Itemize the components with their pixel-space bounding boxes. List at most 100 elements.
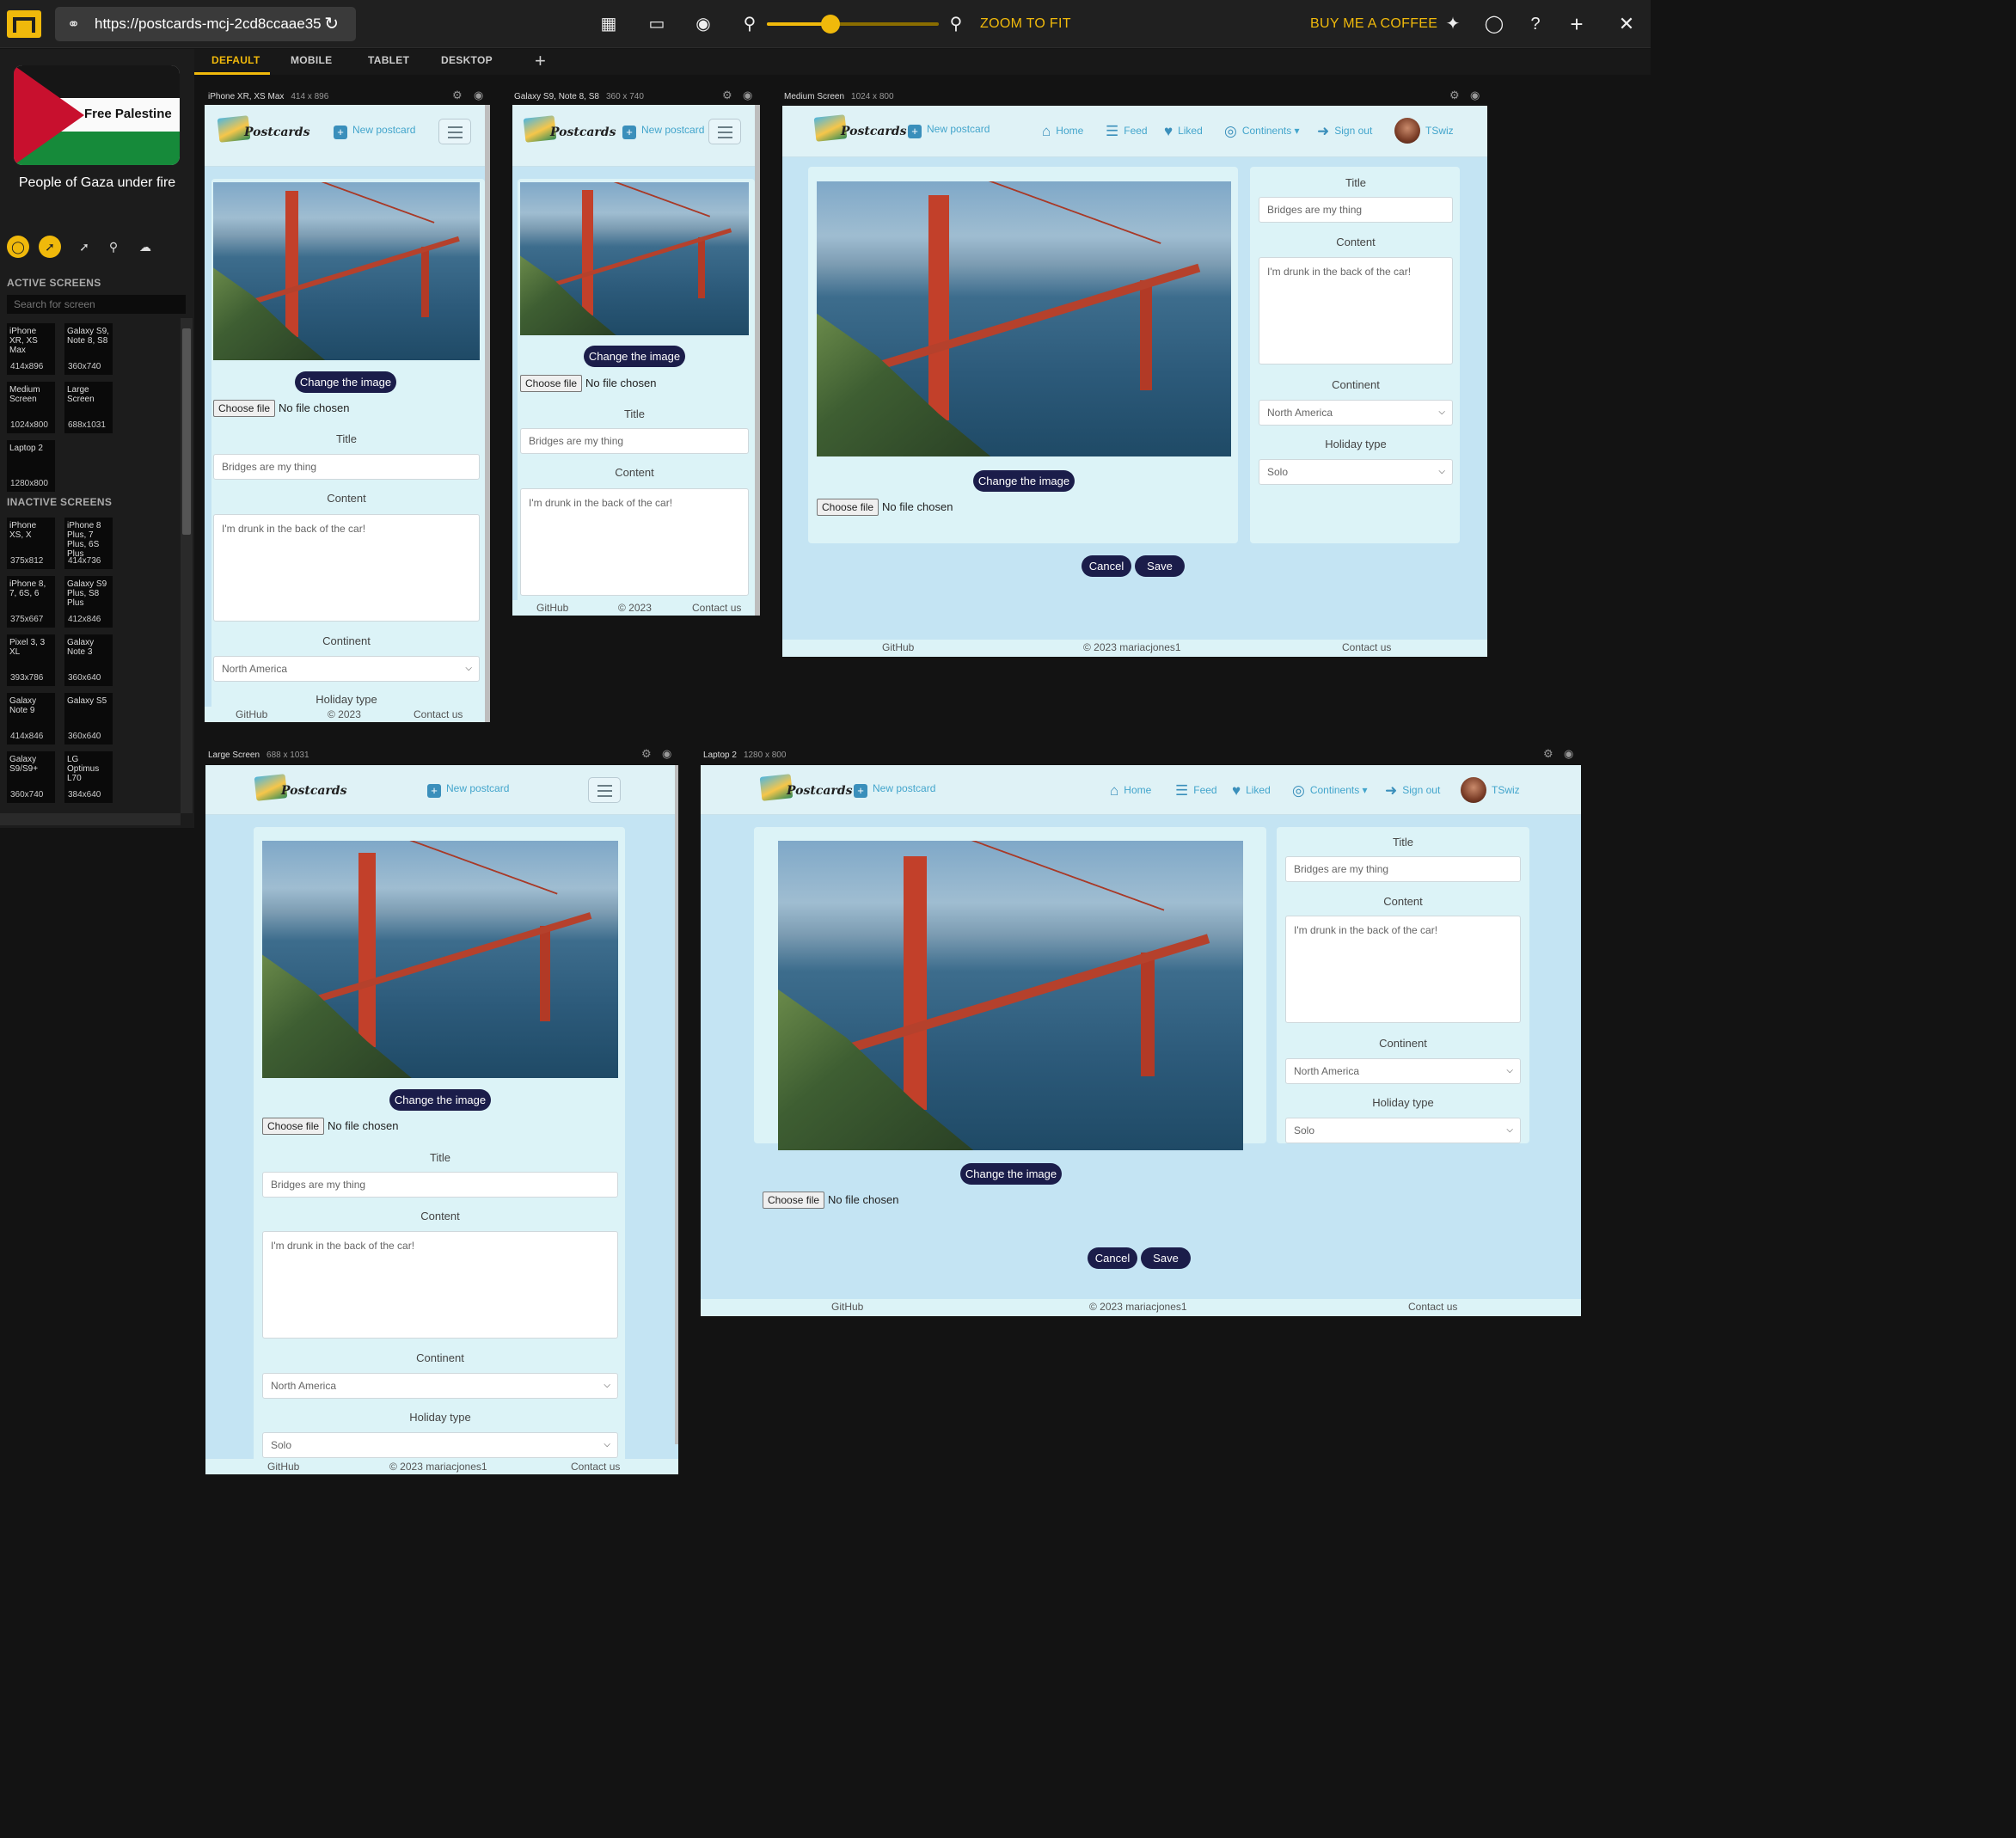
nav-continents-dropdown[interactable]: ◎ Continents ▾ bbox=[1292, 782, 1368, 800]
cloud-download-icon[interactable]: ☁ bbox=[134, 236, 156, 258]
file-input[interactable]: Choose file No file chosen bbox=[213, 400, 349, 417]
nav-sign-out[interactable]: ➜ Sign out bbox=[1385, 782, 1440, 800]
nav-username[interactable]: TSwiz bbox=[1425, 125, 1454, 137]
device-frame-icon[interactable]: ▭ bbox=[645, 12, 669, 36]
brand-logo[interactable]: Postcards bbox=[813, 114, 906, 145]
help-icon[interactable]: ? bbox=[1523, 12, 1547, 36]
tab-desktop[interactable]: DESKTOP bbox=[441, 54, 493, 66]
close-icon[interactable]: ✕ bbox=[1615, 12, 1639, 36]
file-input[interactable]: Choose file No file chosen bbox=[520, 375, 656, 392]
cursor-icon[interactable]: ➚ bbox=[73, 236, 95, 258]
save-button[interactable]: Save bbox=[1135, 555, 1185, 577]
screen-tile[interactable]: Medium Screen 1024x800 bbox=[7, 382, 55, 433]
choose-file-button[interactable]: Choose file bbox=[763, 1192, 825, 1209]
sidebar-scrollbar[interactable] bbox=[181, 318, 193, 813]
file-input[interactable]: Choose file No file chosen bbox=[817, 499, 953, 516]
layout-columns-icon[interactable]: ▦ bbox=[597, 12, 621, 36]
url-field[interactable]: ⚭ https://postcards-mcj-2cd8ccaae35 ↻ bbox=[55, 7, 356, 41]
contact-link[interactable]: Contact us bbox=[1342, 641, 1391, 653]
continent-select[interactable]: North America ⌵ bbox=[1285, 1058, 1521, 1084]
app-logo[interactable] bbox=[7, 10, 41, 38]
screen-tile[interactable]: Pixel 3, 3 XL 393x786 bbox=[7, 634, 55, 686]
brand-logo[interactable]: Postcards bbox=[254, 774, 346, 805]
brand-logo[interactable]: Postcards bbox=[523, 115, 616, 146]
github-icon[interactable]: ◯ bbox=[1482, 12, 1506, 36]
gear-icon[interactable]: ⚙ bbox=[722, 89, 732, 102]
contact-link[interactable]: Contact us bbox=[414, 708, 463, 720]
menu-toggle-button[interactable] bbox=[588, 777, 621, 803]
github-link[interactable]: GitHub bbox=[831, 1301, 863, 1313]
change-image-button[interactable]: Change the image bbox=[584, 346, 685, 367]
nav-username[interactable]: TSwiz bbox=[1492, 784, 1520, 796]
camera-icon[interactable]: ◉ bbox=[691, 12, 715, 36]
add-icon[interactable]: + bbox=[1565, 12, 1589, 36]
gear-icon[interactable]: ⚙ bbox=[1543, 747, 1553, 761]
avatar[interactable] bbox=[1461, 777, 1486, 803]
nav-home[interactable]: ⌂ Home bbox=[1042, 123, 1083, 140]
screen-tile[interactable]: Galaxy Note 9 414x846 bbox=[7, 693, 55, 744]
new-postcard-link[interactable]: + New postcard bbox=[622, 124, 704, 139]
gear-icon[interactable]: ⚙ bbox=[452, 89, 463, 102]
gear-icon[interactable]: ⚙ bbox=[1449, 89, 1460, 102]
zoom-out-icon[interactable]: ⚲ bbox=[738, 12, 762, 36]
content-textarea[interactable]: I'm drunk in the back of the car! bbox=[1285, 916, 1521, 1023]
avatar[interactable] bbox=[1394, 118, 1420, 144]
reload-icon[interactable]: ↻ bbox=[324, 7, 339, 41]
screen-tile[interactable]: Laptop 2 1280x800 bbox=[7, 440, 55, 492]
nav-sign-out[interactable]: ➜ Sign out bbox=[1317, 123, 1372, 140]
screen-tile[interactable]: Galaxy Note 3 360x640 bbox=[64, 634, 113, 686]
nav-feed[interactable]: ☰ Feed bbox=[1175, 782, 1217, 800]
nav-liked[interactable]: ♥ Liked bbox=[1164, 123, 1203, 140]
title-input[interactable]: Bridges are my thing bbox=[1259, 197, 1453, 223]
title-input[interactable]: Bridges are my thing bbox=[1285, 856, 1521, 882]
screen-tile[interactable]: LG Optimus L70 384x640 bbox=[64, 751, 113, 803]
buy-me-a-coffee-link[interactable]: BUY ME A COFFEE bbox=[1310, 16, 1437, 32]
title-input[interactable]: Bridges are my thing bbox=[262, 1172, 618, 1198]
new-postcard-link[interactable]: + New postcard bbox=[427, 782, 509, 798]
github-link[interactable]: GitHub bbox=[882, 641, 914, 653]
new-postcard-link[interactable]: + New postcard bbox=[334, 124, 415, 139]
choose-file-button[interactable]: Choose file bbox=[213, 400, 276, 417]
nav-liked[interactable]: ♥ Liked bbox=[1232, 782, 1271, 800]
screen-tile[interactable]: iPhone XR, XS Max 414x896 bbox=[7, 323, 55, 375]
title-input[interactable]: Bridges are my thing bbox=[520, 428, 749, 454]
title-input[interactable]: Bridges are my thing bbox=[213, 454, 480, 480]
screenshot-icon[interactable]: ◉ bbox=[1470, 89, 1480, 102]
gear-icon[interactable]: ⚙ bbox=[641, 747, 652, 761]
screen-tile[interactable]: iPhone XS, X 375x812 bbox=[7, 518, 55, 569]
zoom-in-icon[interactable]: ⚲ bbox=[944, 12, 968, 36]
screenshot-icon[interactable]: ◉ bbox=[662, 747, 671, 761]
contact-link[interactable]: Contact us bbox=[1408, 1301, 1457, 1313]
brand-logo[interactable]: Postcards bbox=[217, 115, 309, 146]
continent-select[interactable]: North America ⌵ bbox=[262, 1373, 618, 1399]
holiday-type-select[interactable]: Solo ⌵ bbox=[1285, 1118, 1521, 1143]
content-textarea[interactable]: I'm drunk in the back of the car! bbox=[520, 488, 749, 596]
contact-link[interactable]: Contact us bbox=[692, 602, 741, 614]
screen-tile[interactable]: Galaxy S5 360x640 bbox=[64, 693, 113, 744]
file-input[interactable]: Choose file No file chosen bbox=[763, 1192, 898, 1209]
brand-logo[interactable]: Postcards bbox=[759, 774, 852, 805]
change-image-button[interactable]: Change the image bbox=[389, 1089, 491, 1111]
holiday-type-select[interactable]: Solo ⌵ bbox=[262, 1432, 618, 1458]
change-image-button[interactable]: Change the image bbox=[960, 1163, 1062, 1185]
save-button[interactable]: Save bbox=[1141, 1247, 1191, 1269]
github-link[interactable]: GitHub bbox=[236, 708, 267, 720]
choose-file-button[interactable]: Choose file bbox=[520, 375, 583, 392]
tab-tablet[interactable]: TABLET bbox=[368, 54, 409, 66]
nav-home[interactable]: ⌂ Home bbox=[1110, 782, 1151, 800]
zoom-to-fit-button[interactable]: ZOOM TO FIT bbox=[980, 16, 1071, 32]
add-tab-icon[interactable]: + bbox=[535, 50, 546, 72]
tab-default[interactable]: DEFAULT bbox=[211, 54, 260, 66]
github-link[interactable]: GitHub bbox=[536, 602, 568, 614]
screenshot-icon[interactable]: ◉ bbox=[474, 89, 483, 102]
menu-toggle-button[interactable] bbox=[438, 119, 471, 144]
screen-tile[interactable]: iPhone 8, 7, 6S, 6 375x667 bbox=[7, 576, 55, 628]
nav-continents-dropdown[interactable]: ◎ Continents ▾ bbox=[1224, 123, 1300, 140]
github-link[interactable]: GitHub bbox=[267, 1461, 299, 1473]
frame-scrollbar[interactable] bbox=[675, 765, 678, 1444]
continent-select[interactable]: North America ⌵ bbox=[1259, 400, 1453, 426]
choose-file-button[interactable]: Choose file bbox=[817, 499, 879, 516]
new-postcard-link[interactable]: + New postcard bbox=[854, 782, 935, 798]
contact-link[interactable]: Contact us bbox=[571, 1461, 620, 1473]
content-textarea[interactable]: I'm drunk in the back of the car! bbox=[1259, 257, 1453, 365]
